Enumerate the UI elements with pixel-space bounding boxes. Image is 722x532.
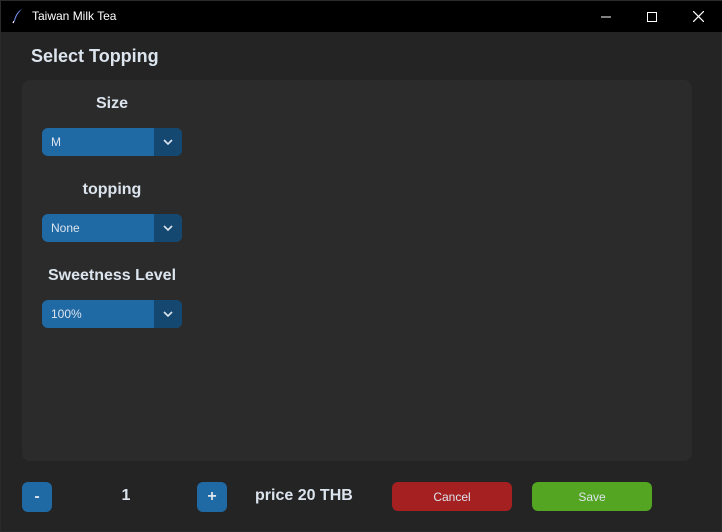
close-button[interactable] [675, 1, 721, 32]
quantity-value: 1 [121, 487, 131, 504]
increase-quantity-button[interactable]: + [197, 482, 227, 512]
topping-label: topping [82, 181, 142, 198]
app-window: Taiwan Milk Tea Select Topping Size M to… [0, 0, 722, 532]
maximize-icon [647, 11, 657, 22]
page-title: Select Topping [31, 46, 159, 66]
close-icon [692, 11, 704, 22]
topping-value: None [51, 221, 80, 235]
price-label: price 20 THB [255, 487, 353, 504]
window-title: Taiwan Milk Tea [32, 9, 117, 23]
sweetness-value: 100% [51, 307, 82, 321]
chevron-down-icon[interactable] [154, 300, 182, 328]
topping-dropdown[interactable]: None [42, 214, 182, 242]
chevron-down-icon[interactable] [154, 214, 182, 242]
options-panel: Size M topping None Sweetness Level 100% [22, 80, 692, 461]
save-button[interactable]: Save [532, 482, 652, 511]
size-value: M [51, 135, 61, 149]
title-bar[interactable]: Taiwan Milk Tea [1, 1, 722, 32]
minimize-icon [601, 12, 611, 22]
sweetness-dropdown[interactable]: 100% [42, 300, 182, 328]
decrease-quantity-button[interactable]: - [22, 482, 52, 512]
size-dropdown[interactable]: M [42, 128, 182, 156]
chevron-down-icon[interactable] [154, 128, 182, 156]
size-label: Size [95, 95, 128, 112]
minimize-button[interactable] [583, 1, 629, 32]
maximize-button[interactable] [629, 1, 675, 32]
sweetness-label: Sweetness Level [47, 267, 177, 284]
feather-icon [11, 8, 25, 24]
cancel-button[interactable]: Cancel [392, 482, 512, 511]
